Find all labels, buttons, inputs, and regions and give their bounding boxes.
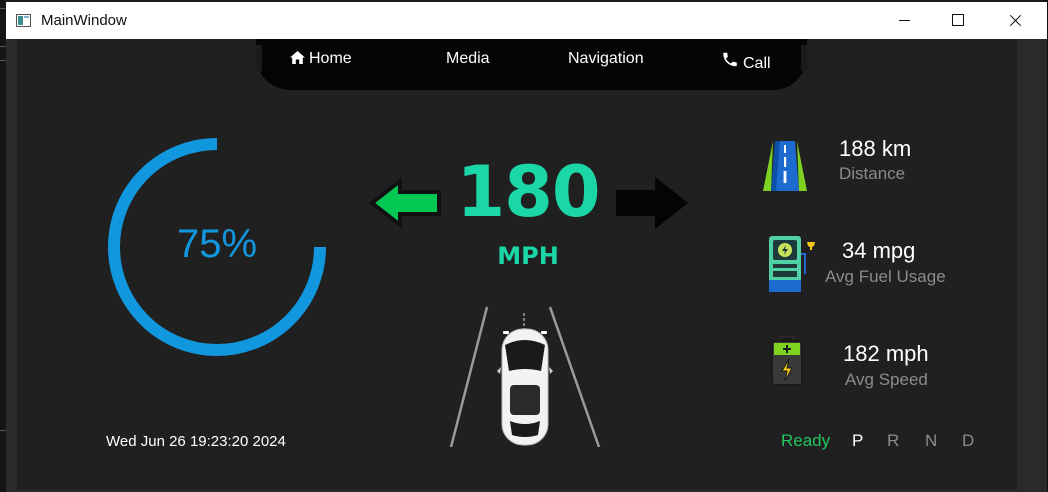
gear-n[interactable]: N bbox=[925, 431, 937, 451]
speed-value: 180 bbox=[456, 151, 600, 233]
battery-percent: 75% bbox=[176, 222, 258, 266]
nav-media-label: Media bbox=[446, 50, 490, 67]
window-title: MainWindow bbox=[41, 12, 127, 29]
gear-p[interactable]: P bbox=[852, 431, 863, 451]
fuel-value: 34 mpg bbox=[842, 238, 916, 263]
nav-home-label: Home bbox=[309, 50, 352, 67]
gear-d[interactable]: D bbox=[962, 431, 974, 451]
avg-speed-value: 182 mph bbox=[843, 341, 929, 366]
nav-navigation-label: Navigation bbox=[568, 50, 644, 67]
lane-view bbox=[449, 306, 601, 447]
battery-icon bbox=[771, 336, 803, 386]
home-icon bbox=[290, 51, 305, 64]
datetime-display: Wed Jun 26 19:23:20 2024 bbox=[106, 433, 286, 450]
lane-line-left bbox=[449, 306, 489, 447]
app-window-icon bbox=[16, 14, 31, 27]
left-turn-signal-icon bbox=[368, 177, 441, 229]
nav-home-button[interactable]: Home bbox=[290, 50, 352, 68]
road-icon bbox=[763, 141, 807, 191]
distance-value: 188 km bbox=[839, 136, 912, 161]
main-window: MainWindow Home Media Navigation Call 75… bbox=[6, 2, 1047, 492]
nav-bar-right-edge bbox=[801, 45, 807, 71]
speed-unit: MPH bbox=[497, 242, 559, 270]
nav-navigation-button[interactable]: Navigation bbox=[568, 50, 644, 68]
maximize-button[interactable] bbox=[934, 2, 980, 39]
nav-media-button[interactable]: Media bbox=[446, 50, 490, 68]
nav-bar-left-edge bbox=[256, 45, 262, 71]
lane-line-right bbox=[548, 306, 601, 447]
nav-call-label: Call bbox=[743, 55, 771, 72]
fuel-pump-icon bbox=[769, 236, 815, 292]
avg-speed-label: Avg Speed bbox=[845, 370, 928, 389]
dashboard: Home Media Navigation Call 75% 180 MPH 1… bbox=[17, 39, 1017, 490]
minimize-button[interactable] bbox=[882, 2, 928, 39]
ready-indicator: Ready bbox=[781, 431, 831, 450]
top-nav-bar: Home Media Navigation Call bbox=[256, 39, 807, 90]
gear-r[interactable]: R bbox=[887, 431, 899, 451]
close-button[interactable] bbox=[992, 2, 1038, 39]
title-bar[interactable]: MainWindow bbox=[6, 2, 1047, 39]
phone-icon bbox=[723, 52, 737, 67]
fuel-label: Avg Fuel Usage bbox=[825, 267, 946, 286]
distance-label: Distance bbox=[839, 164, 906, 183]
right-turn-signal-icon bbox=[616, 177, 689, 229]
car-icon bbox=[497, 313, 553, 446]
nav-call-button[interactable]: Call bbox=[721, 50, 771, 73]
